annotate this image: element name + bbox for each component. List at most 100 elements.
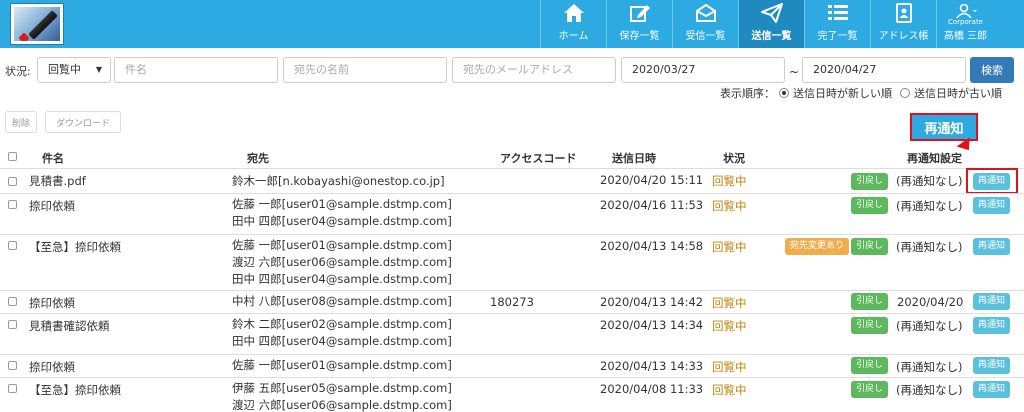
row-recipients: 鈴木一郎[n.kobayashi@onestop.co.jp] <box>232 173 445 190</box>
list-icon <box>826 2 850 24</box>
download-button[interactable]: ダウンロード <box>45 111 121 133</box>
row-checkbox[interactable] <box>8 177 17 186</box>
renotify-callout: 再通知 <box>910 113 978 141</box>
recipient-entry: 渡辺 六郎[user06@sample.dstmp.com] <box>232 398 452 412</box>
table-row[interactable]: 【至急】捺印依頼 佐藤 一郎[user01@sample.dstmp.com] … <box>0 235 1024 290</box>
nav-inbox-label: 受信一覧 <box>685 31 726 42</box>
row-checkbox[interactable] <box>8 384 17 393</box>
nav-address-book[interactable]: アドレス帳 <box>870 0 936 48</box>
row-subject[interactable]: 捺印依頼 <box>29 295 75 311</box>
delete-button[interactable]: 削除 <box>5 111 37 133</box>
table-row[interactable]: 捺印依頼 佐藤 一郎[user01@sample.dstmp.com] 2020… <box>0 355 1024 377</box>
row-access-code: 180273 <box>490 295 534 309</box>
top-navbar: ホーム 保存一覧 受信一覧 送信一覧 完了一覧 アドレス帳 Corporate … <box>0 0 1024 48</box>
row-checkbox[interactable] <box>8 297 17 306</box>
edit-icon <box>628 2 652 24</box>
home-icon <box>562 2 586 24</box>
date-from-input[interactable]: 2020/03/27 <box>621 57 785 83</box>
recall-button[interactable]: 引戻し <box>851 197 889 214</box>
recipient-name-input[interactable]: 宛先の名前 <box>283 57 447 83</box>
row-subject[interactable]: 【至急】捺印依頼 <box>29 239 121 255</box>
status-select[interactable]: 回覧中 ▼ <box>37 57 111 83</box>
renotify-button[interactable]: 再通知 <box>973 197 1011 214</box>
row-renotify-setting: (再通知なし) <box>896 360 963 374</box>
renotify-button[interactable]: 再通知 <box>973 381 1011 398</box>
recipient-entry: 田中 四郎[user04@sample.dstmp.com] <box>232 272 452 286</box>
user-menu[interactable]: Corporate 高橋 三郎 <box>936 0 994 48</box>
header-sent-at: 送信日時 <box>612 152 656 165</box>
row-sent-at: 2020/04/20 15:11 <box>600 173 704 187</box>
table-row[interactable]: 見積書.pdf 鈴木一郎[n.kobayashi@onestop.co.jp] … <box>0 169 1024 193</box>
row-checkbox[interactable] <box>8 241 17 250</box>
row-renotify-setting: 2020/04/20 <box>897 295 964 309</box>
nav-sent[interactable]: 送信一覧 <box>738 0 804 48</box>
row-subject[interactable]: 捺印依頼 <box>29 359 75 375</box>
renotify-button[interactable]: 再通知 <box>973 317 1011 334</box>
header-recipient: 宛先 <box>247 152 269 165</box>
row-sent-at: 2020/04/13 14:33 <box>600 359 704 373</box>
table-row[interactable]: 捺印依頼 中村 八郎[user08@sample.dstmp.com] 1802… <box>0 291 1024 313</box>
row-recipients: 佐藤 一郎[user01@sample.dstmp.com] <box>232 357 452 374</box>
main-nav: ホーム 保存一覧 受信一覧 送信一覧 完了一覧 アドレス帳 Corporate … <box>540 0 994 48</box>
filter-bar: 状況: 回覧中 ▼ 件名 宛先の名前 宛先のメールアドレス 2020/03/27… <box>0 55 1024 85</box>
recipient-entry: 鈴木 二郎[user02@sample.dstmp.com] <box>232 317 452 331</box>
header-subject: 件名 <box>42 152 64 165</box>
caret-down-icon: ▼ <box>95 65 102 74</box>
subject-input[interactable]: 件名 <box>114 57 278 83</box>
row-subject[interactable]: 【至急】捺印依頼 <box>29 382 121 398</box>
renotify-button[interactable]: 再通知 <box>973 238 1011 255</box>
row-subject[interactable]: 捺印依頼 <box>29 198 75 214</box>
nav-sent-label: 送信一覧 <box>751 31 792 42</box>
row-recipients: 伊藤 五郎[user05@sample.dstmp.com] 渡辺 六郎[use… <box>232 380 452 412</box>
recall-button[interactable]: 引戻し <box>851 173 889 190</box>
recall-button[interactable]: 引戻し <box>851 381 889 398</box>
paper-plane-icon <box>760 2 784 24</box>
nav-home[interactable]: ホーム <box>540 0 606 48</box>
recipient-entry: 田中 四郎[user04@sample.dstmp.com] <box>232 214 452 228</box>
status-filter-label: 状況: <box>5 65 31 78</box>
nav-saved[interactable]: 保存一覧 <box>606 0 672 48</box>
recall-button[interactable]: 引戻し <box>851 238 889 255</box>
row-checkbox[interactable] <box>8 320 17 329</box>
recipient-entry: 鈴木一郎[n.kobayashi@onestop.co.jp] <box>232 174 445 188</box>
sort-oldest-radio[interactable] <box>900 88 910 98</box>
row-subject[interactable]: 見積書.pdf <box>29 173 86 189</box>
recipient-entry: 渡辺 六郎[user06@sample.dstmp.com] <box>232 255 452 269</box>
recipient-entry: 田中 四郎[user04@sample.dstmp.com] <box>232 334 452 348</box>
select-all-checkbox[interactable] <box>8 152 17 161</box>
app-logo[interactable] <box>10 3 64 45</box>
nav-completed[interactable]: 完了一覧 <box>804 0 870 48</box>
row-subject[interactable]: 見積書確認依頼 <box>29 318 110 334</box>
sort-newest-label: 送信日時が新しい順 <box>793 87 892 100</box>
renotify-button[interactable]: 再通知 <box>973 357 1011 374</box>
row-renotify-setting: (再通知なし) <box>896 383 963 397</box>
nav-address-book-label: アドレス帳 <box>878 31 929 42</box>
recall-button[interactable]: 引戻し <box>851 293 889 310</box>
address-book-icon <box>892 2 916 24</box>
row-checkbox[interactable] <box>8 361 17 370</box>
row-recipients: 中村 八郎[user08@sample.dstmp.com] <box>232 293 452 310</box>
table-row[interactable]: 【至急】捺印依頼 伊藤 五郎[user05@sample.dstmp.com] … <box>0 378 1024 412</box>
sort-options: 表示順序： 送信日時が新しい順 送信日時が古い順 <box>720 86 1002 100</box>
recipient-entry: 佐藤 一郎[user01@sample.dstmp.com] <box>232 197 452 211</box>
table-row[interactable]: 見積書確認依頼 鈴木 二郎[user02@sample.dstmp.com] 田… <box>0 314 1024 354</box>
nav-saved-label: 保存一覧 <box>619 31 660 42</box>
sort-newest-radio[interactable] <box>779 88 789 98</box>
table-row[interactable]: 捺印依頼 佐藤 一郎[user01@sample.dstmp.com] 田中 四… <box>0 194 1024 234</box>
search-button[interactable]: 検索 <box>970 57 1014 83</box>
row-checkbox[interactable] <box>8 200 17 209</box>
row-renotify-setting: (再通知なし) <box>896 240 963 254</box>
logo-image <box>14 7 60 41</box>
nav-inbox[interactable]: 受信一覧 <box>672 0 738 48</box>
recall-button[interactable]: 引戻し <box>851 317 889 334</box>
row-renotify-setting: (再通知なし) <box>896 174 963 188</box>
date-to-input[interactable]: 2020/04/27 <box>802 57 966 83</box>
row-status: 回覧中 <box>712 319 747 333</box>
renotify-button[interactable]: 再通知 <box>973 293 1011 310</box>
recipient-email-input[interactable]: 宛先のメールアドレス <box>452 57 616 83</box>
recall-button[interactable]: 引戻し <box>851 357 889 374</box>
row-recipients: 佐藤 一郎[user01@sample.dstmp.com] 田中 四郎[use… <box>232 196 452 230</box>
user-corp: Corporate <box>948 18 983 26</box>
date-range-separator: ~ <box>789 65 800 79</box>
row-recipients: 鈴木 二郎[user02@sample.dstmp.com] 田中 四郎[use… <box>232 316 452 350</box>
